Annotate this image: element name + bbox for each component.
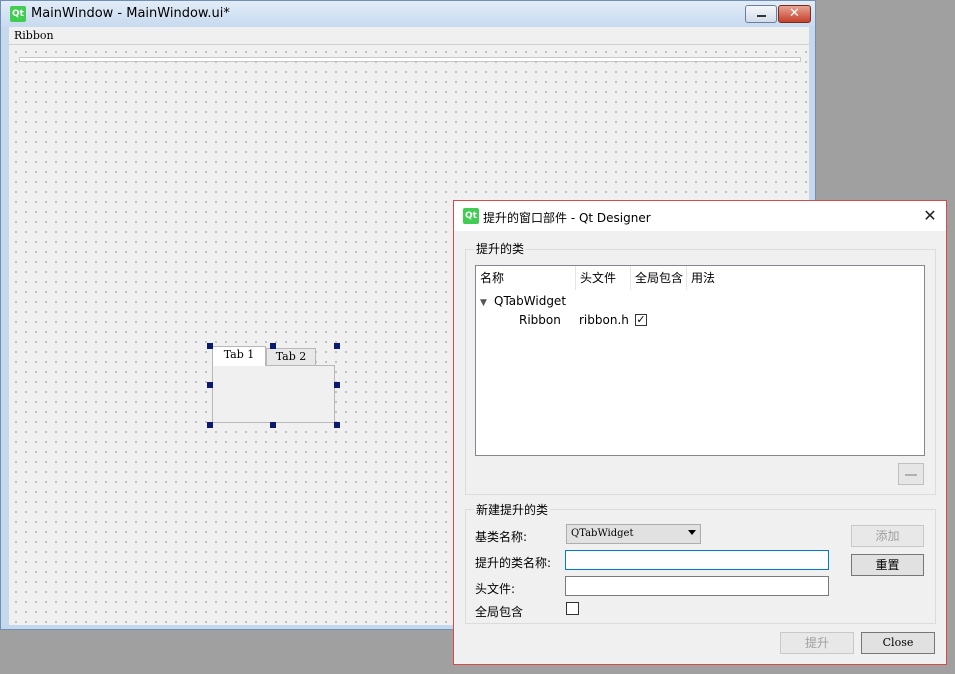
tab-2[interactable]: Tab 2	[266, 348, 316, 366]
tab-widget[interactable]: Tab 2 Tab 1	[210, 346, 336, 426]
resize-handle-top-right[interactable]	[334, 343, 340, 349]
base-class-label: 基类名称:	[475, 530, 528, 544]
resize-handle-top-left[interactable]	[207, 343, 213, 349]
minus-icon	[905, 474, 917, 476]
tree-item-global-include-checkbox[interactable]: ✓	[635, 314, 647, 326]
ribbon-widget[interactable]	[19, 57, 801, 62]
promoted-classes-tree[interactable]: 名称 头文件 全局包含 用法 ▼ QTabWidget Ribbon ribbon…	[475, 265, 925, 456]
dropdown-arrow-icon	[688, 530, 696, 535]
resize-handle-bottom-right[interactable]	[334, 422, 340, 428]
qt-logo-icon: Qt	[463, 208, 479, 224]
reset-button[interactable]: 重置	[851, 554, 924, 576]
column-header-global-include[interactable]: 全局包含	[631, 266, 687, 290]
close-button[interactable]: Close	[861, 632, 935, 654]
promoted-class-name-label: 提升的类名称:	[475, 556, 552, 570]
tab-pane	[212, 365, 335, 423]
global-include-checkbox[interactable]	[566, 602, 579, 615]
resize-handle-left[interactable]	[207, 382, 213, 388]
resize-handle-bottom[interactable]	[270, 422, 276, 428]
add-button[interactable]: 添加	[851, 525, 924, 547]
global-include-label: 全局包含	[475, 605, 524, 619]
promote-button[interactable]: 提升	[780, 632, 854, 654]
header-file-input[interactable]	[565, 576, 829, 596]
main-window-close-button[interactable]: ✕	[778, 5, 811, 23]
column-header-header-file[interactable]: 头文件	[576, 266, 631, 290]
tree-item-header-file[interactable]: ribbon.h	[579, 313, 629, 327]
main-window-title: MainWindow - MainWindow.ui*	[31, 6, 230, 21]
promoted-classes-group-title: 提升的类	[474, 240, 527, 257]
tree-item-base-class-label: QTabWidget	[494, 294, 567, 308]
column-header-name[interactable]: 名称	[476, 266, 576, 290]
qt-logo-icon: Qt	[10, 6, 26, 22]
promoted-class-name-input[interactable]	[565, 550, 829, 570]
dialog-close-icon[interactable]: ✕	[921, 207, 939, 225]
base-class-combobox[interactable]: QTabWidget	[566, 524, 701, 544]
dialog-title: 提升的窗口部件 - Qt Designer	[483, 211, 651, 225]
promoted-widgets-dialog: Qt 提升的窗口部件 - Qt Designer ✕ 提升的类 名称 头文件 全…	[453, 200, 947, 665]
main-window-titlebar[interactable]: Qt MainWindow - MainWindow.ui* ✕	[1, 1, 815, 27]
column-header-usage[interactable]: 用法	[687, 266, 924, 290]
resize-handle-bottom-left[interactable]	[207, 422, 213, 428]
dialog-titlebar[interactable]: Qt 提升的窗口部件 - Qt Designer ✕	[454, 201, 946, 231]
remove-promoted-class-button[interactable]	[898, 463, 924, 485]
tree-item-class-name[interactable]: Ribbon	[519, 313, 561, 327]
minimize-button[interactable]	[745, 5, 777, 23]
resize-handle-right[interactable]	[334, 382, 340, 388]
menu-bar: Ribbon	[9, 27, 809, 45]
resize-handle-top[interactable]	[270, 343, 276, 349]
chevron-down-icon[interactable]: ▼	[480, 298, 494, 308]
new-promoted-class-group-title: 新建提升的类	[474, 501, 551, 518]
tree-item-base-class[interactable]: ▼ QTabWidget	[480, 294, 566, 308]
base-class-value: QTabWidget	[571, 528, 634, 539]
tab-1[interactable]: Tab 1	[212, 346, 266, 366]
menu-item-ribbon[interactable]: Ribbon	[14, 29, 54, 42]
minimize-icon	[757, 15, 766, 17]
header-file-label: 头文件:	[475, 582, 516, 596]
